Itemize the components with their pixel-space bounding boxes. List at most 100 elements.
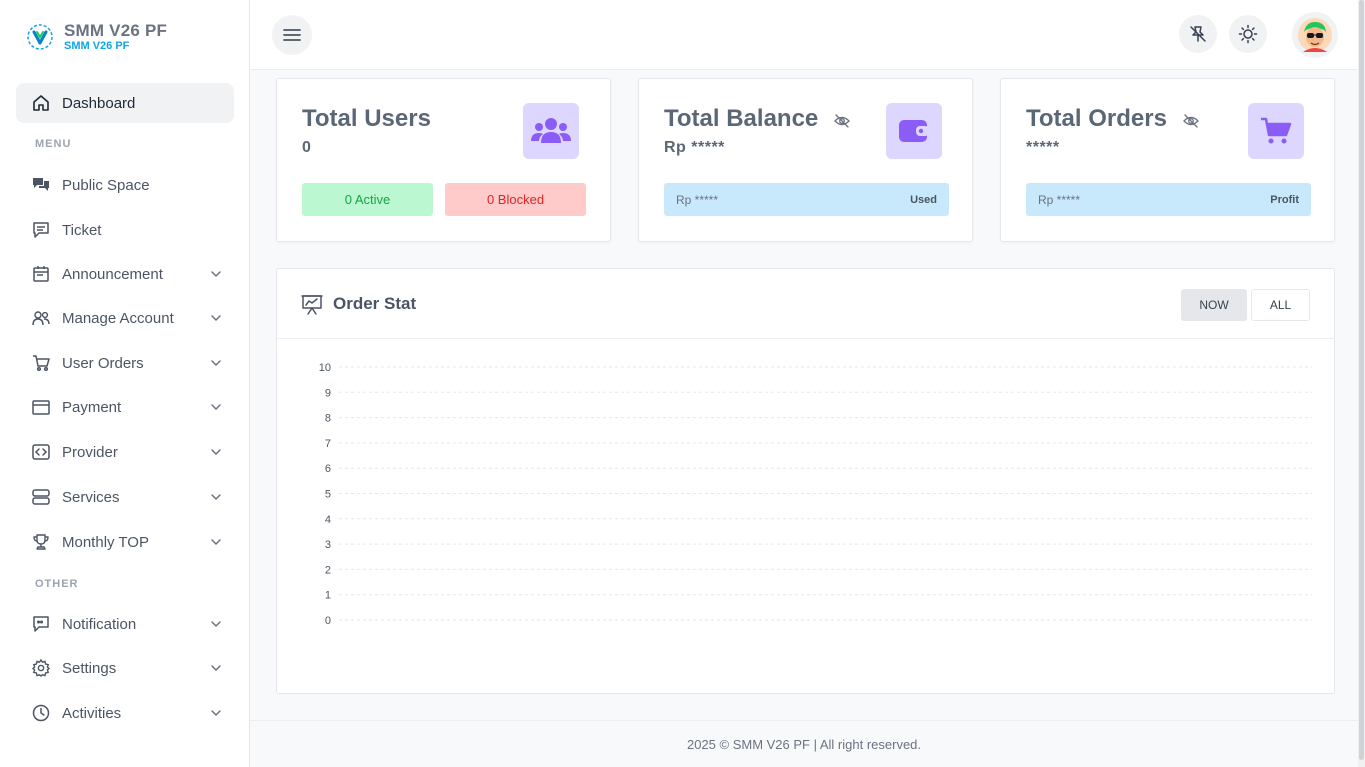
order-stat-panel: Order Stat NOW ALL 10 9 8 7 6 5 4 3 2 1 0 [276, 268, 1335, 694]
y-tick-label: 4 [325, 514, 331, 526]
y-tick-label: 1 [325, 590, 331, 602]
chevron-down-icon [211, 665, 221, 672]
y-tick-label: 0 [325, 615, 331, 627]
sidebar-item-label: Payment [62, 398, 122, 416]
calendar-icon [32, 265, 50, 283]
order-stat-header: Order Stat NOW ALL [277, 269, 1334, 339]
blocked-users-badge[interactable]: 0 Blocked [445, 183, 586, 216]
balance-used-value: Rp ***** [676, 192, 719, 207]
sidebar-item-label: Settings [62, 659, 117, 677]
total-users-card: Total Users 0 0 Active 0 Blocked [276, 78, 611, 242]
chevron-down-icon [211, 494, 221, 501]
balance-used-tag: Used [910, 193, 937, 206]
menu-toggle-button[interactable] [272, 15, 312, 55]
sidebar-item-manage-account[interactable]: Manage Account [16, 298, 234, 338]
pin-toggle-button[interactable] [1179, 15, 1217, 53]
footer: 2025 © SMM V26 PF | All right reserved. [250, 720, 1358, 767]
total-orders-card: Total Orders ***** Rp ***** Profit [1000, 78, 1335, 242]
sidebar-item-label: Public Space [62, 176, 150, 194]
page-scrollbar[interactable] [1358, 0, 1365, 767]
chevron-down-icon [211, 539, 221, 546]
active-users-badge[interactable]: 0 Active [302, 183, 433, 216]
sidebar-item-services[interactable]: Services [16, 477, 234, 517]
section-label-menu: MENU [35, 138, 72, 150]
eye-off-icon[interactable] [834, 113, 851, 129]
chevron-down-icon [211, 271, 221, 278]
total-balance-value: Rp ***** [664, 139, 725, 156]
brand-logo-icon [27, 24, 53, 50]
theme-toggle-button[interactable] [1229, 15, 1267, 53]
y-tick-label: 2 [325, 564, 331, 576]
users-icon [523, 103, 579, 159]
chevron-down-icon [211, 449, 221, 456]
sidebar-item-label: Services [62, 488, 120, 506]
order-stat-title: Order Stat [301, 293, 416, 315]
gear-icon [32, 659, 50, 677]
footer-text: 2025 © SMM V26 PF | All right reserved. [686, 736, 922, 752]
y-tick-label: 10 [319, 362, 331, 374]
cart-icon [1248, 103, 1304, 159]
presentation-chart-icon [301, 295, 323, 315]
total-users-value: 0 [302, 139, 312, 156]
y-tick-label: 6 [325, 463, 331, 475]
sidebar-item-label: Dashboard [62, 94, 136, 112]
wallet-icon [32, 398, 50, 416]
card-title: Total Balance [664, 105, 851, 133]
sidebar-item-user-orders[interactable]: User Orders [16, 343, 234, 383]
sidebar-item-payment[interactable]: Payment [16, 387, 234, 427]
brand-subtitle: SMM V26 PF [64, 40, 130, 52]
card-title-text: Total Orders [1026, 105, 1167, 132]
eye-off-icon[interactable] [1183, 113, 1199, 129]
scrollbar-thumb[interactable] [1359, 0, 1364, 760]
orders-profit-value: Rp ***** [1038, 192, 1081, 207]
y-tick-label: 8 [325, 413, 331, 425]
balance-used-bar: Rp ***** Used [664, 183, 949, 216]
card-title-text: Total Balance [664, 105, 819, 132]
sidebar-item-settings[interactable]: Settings [16, 648, 234, 688]
home-icon [32, 94, 50, 112]
section-label-other: OTHER [35, 578, 79, 590]
filter-all-button[interactable]: ALL [1251, 289, 1310, 321]
sidebar-item-label: Ticket [62, 221, 102, 239]
orders-profit-bar: Rp ***** Profit [1026, 183, 1311, 216]
notification-icon [32, 615, 50, 633]
order-stat-chart: 109876543210 [319, 362, 1312, 627]
y-tick-label: 9 [325, 387, 331, 399]
ticket-message-icon [32, 221, 50, 239]
sidebar-item-label: Manage Account [62, 309, 174, 327]
sidebar-item-announcement[interactable]: Announcement [16, 254, 234, 294]
order-stat-title-text: Order Stat [333, 294, 417, 313]
user-avatar[interactable] [1292, 12, 1338, 58]
server-icon [32, 488, 50, 506]
orders-profit-tag: Profit [1270, 193, 1299, 206]
sidebar-item-dashboard[interactable]: Dashboard [16, 83, 234, 123]
sidebar-item-public-space[interactable]: Public Space [16, 165, 234, 205]
sun-icon [1238, 24, 1258, 44]
sidebar-item-label: Announcement [62, 265, 163, 283]
avatar-icon [1298, 18, 1332, 52]
sidebar-item-monthly-top[interactable]: Monthly TOP [16, 522, 234, 562]
sidebar-item-notification[interactable]: Notification [16, 604, 234, 644]
sidebar-item-activities[interactable]: Activities [16, 693, 234, 733]
sidebar-item-provider[interactable]: Provider [16, 432, 234, 472]
clock-icon [32, 704, 50, 722]
chevron-down-icon [211, 404, 221, 411]
y-tick-label: 3 [325, 539, 331, 551]
wallet-icon [886, 103, 942, 159]
sidebar-item-label: Activities [62, 704, 122, 722]
filter-now-button[interactable]: NOW [1181, 289, 1247, 321]
cart-icon [32, 354, 50, 372]
total-balance-card: Total Balance Rp ***** Rp ***** Used [638, 78, 973, 242]
chevron-down-icon [211, 315, 221, 322]
brand-title: SMM V26 PF [64, 21, 168, 40]
top-bar [250, 0, 1358, 70]
brand[interactable]: SMM V26 PF SMM V26 PF [26, 22, 167, 52]
sidebar-item-ticket[interactable]: Ticket [16, 210, 234, 250]
chat-bubbles-icon [32, 176, 50, 194]
code-icon [32, 443, 50, 461]
sidebar-item-label: Notification [62, 615, 137, 633]
y-tick-label: 7 [325, 438, 331, 450]
card-title-text: Total Users [302, 105, 431, 132]
total-orders-value: ***** [1026, 139, 1060, 156]
sidebar-item-label: User Orders [62, 354, 144, 372]
